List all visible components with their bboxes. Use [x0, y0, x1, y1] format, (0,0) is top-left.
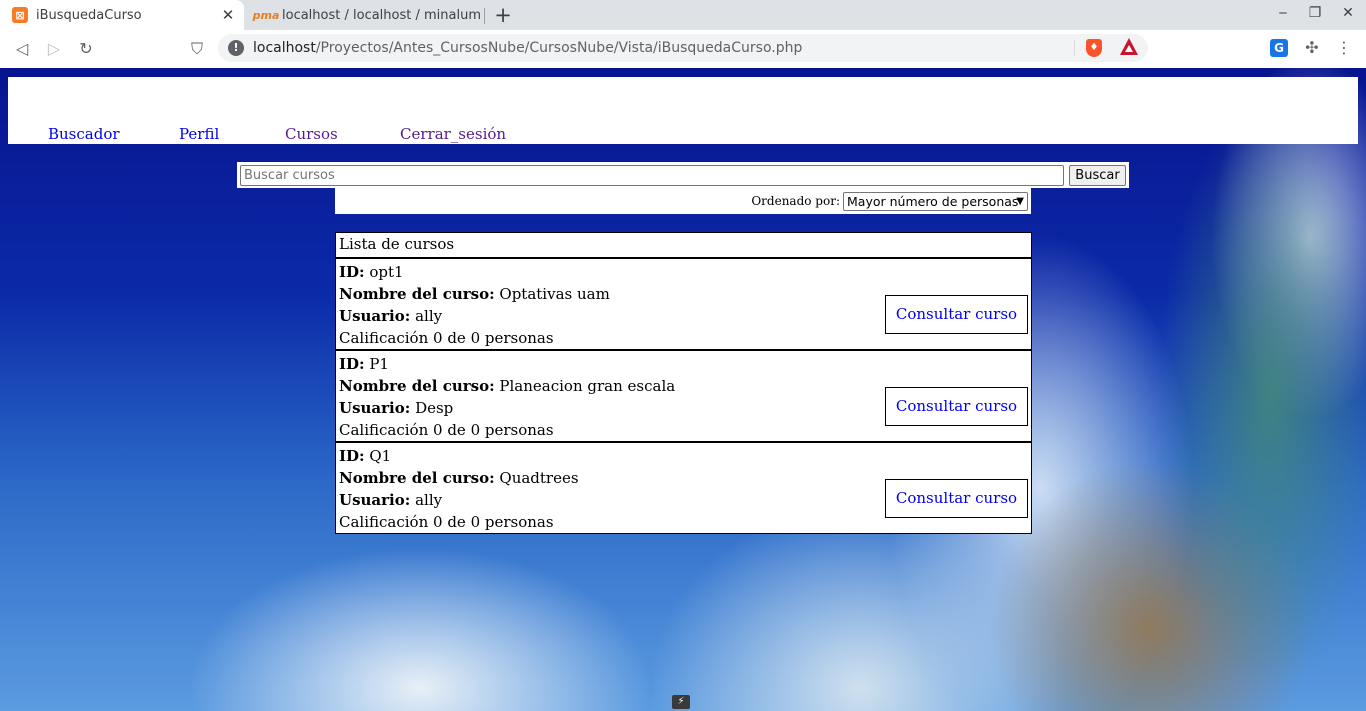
address-bar[interactable]: ! localhost/Proyectos/Antes_CursosNube/C… — [218, 34, 1148, 62]
tab-title: iBusquedaCurso — [36, 7, 142, 23]
close-tab-icon[interactable]: ✕ — [218, 6, 238, 24]
new-tab-button[interactable]: + — [492, 3, 514, 27]
page-viewport: Buscador Perfil Cursos Cerrar_sesión Bus… — [0, 68, 1366, 711]
google-translate-icon[interactable]: G — [1270, 39, 1288, 57]
sort-select[interactable]: Mayor número de personas ▼ — [843, 192, 1028, 211]
minimize-icon[interactable]: ‒ — [1273, 5, 1293, 21]
url-text[interactable]: localhost/Proyectos/Antes_CursosNube/Cur… — [253, 40, 802, 56]
search-button[interactable]: Buscar — [1069, 165, 1126, 186]
bookmark-icon[interactable]: ⛉ — [185, 37, 209, 61]
nav-link-cerrar-sesion[interactable]: Cerrar_sesión — [400, 125, 506, 143]
tab-title: localhost / localhost / minalum — [282, 7, 481, 23]
xampp-icon: ⊠ — [12, 7, 28, 23]
restore-icon[interactable]: ❐ — [1305, 5, 1325, 21]
sort-selected-value: Mayor número de personas — [847, 194, 1019, 209]
course-id: ID: P1 — [339, 355, 389, 373]
menu-icon[interactable]: ⋮ — [1333, 37, 1355, 59]
consult-course-button[interactable]: Consultar curso — [885, 479, 1028, 518]
search-bar: Buscar — [237, 162, 1129, 188]
close-window-icon[interactable]: ✕ — [1338, 5, 1358, 21]
lightning-icon: ⚡ — [672, 695, 690, 709]
reload-icon[interactable]: ↻ — [74, 37, 98, 61]
forward-icon[interactable]: ▷ — [42, 37, 66, 61]
search-input[interactable] — [240, 165, 1064, 186]
nav-link-buscador[interactable]: Buscador — [48, 125, 120, 143]
chevron-down-icon: ▼ — [1016, 196, 1024, 207]
site-header: Buscador Perfil Cursos Cerrar_sesión — [8, 77, 1358, 144]
course-list-heading: Lista de cursos — [335, 232, 1032, 258]
tab-divider — [484, 8, 485, 24]
tab-ibusquedacurso[interactable]: ⊠ iBusquedaCurso ✕ — [0, 0, 244, 30]
brave-shields-icon[interactable]: ♦ — [1086, 39, 1102, 57]
course-list: Lista de cursos ID: opt1 Nombre del curs… — [335, 232, 1032, 534]
course-item: ID: opt1 Nombre del curso: Optativas uam… — [335, 258, 1032, 350]
course-id: ID: opt1 — [339, 263, 404, 281]
sort-bar: Ordenado por: Mayor número de personas ▼ — [335, 188, 1031, 214]
phpmyadmin-icon: pma — [252, 8, 280, 22]
consult-course-button[interactable]: Consultar curso — [885, 295, 1028, 334]
omnibox-divider — [1074, 40, 1075, 56]
back-icon[interactable]: ◁ — [10, 37, 34, 61]
sort-label: Ordenado por: — [751, 194, 840, 208]
site-info-icon[interactable]: ! — [228, 40, 244, 56]
brave-rewards-icon[interactable] — [1120, 38, 1138, 55]
course-item: ID: P1 Nombre del curso: Planeacion gran… — [335, 350, 1032, 442]
browser-toolbar: ◁ ▷ ↻ ⛉ ! localhost/Proyectos/Antes_Curs… — [0, 30, 1366, 68]
consult-course-button[interactable]: Consultar curso — [885, 387, 1028, 426]
nav-link-cursos[interactable]: Cursos — [285, 125, 338, 143]
extensions-icon[interactable]: ✣ — [1301, 37, 1323, 59]
course-id: ID: Q1 — [339, 447, 392, 465]
tab-phpmyadmin[interactable]: pma localhost / localhost / minalum — [246, 0, 484, 30]
course-item: ID: Q1 Nombre del curso: Quadtrees Usuar… — [335, 442, 1032, 534]
nav-link-perfil[interactable]: Perfil — [179, 125, 219, 143]
browser-tabstrip: ⊠ iBusquedaCurso ✕ pma localhost / local… — [0, 0, 1366, 30]
